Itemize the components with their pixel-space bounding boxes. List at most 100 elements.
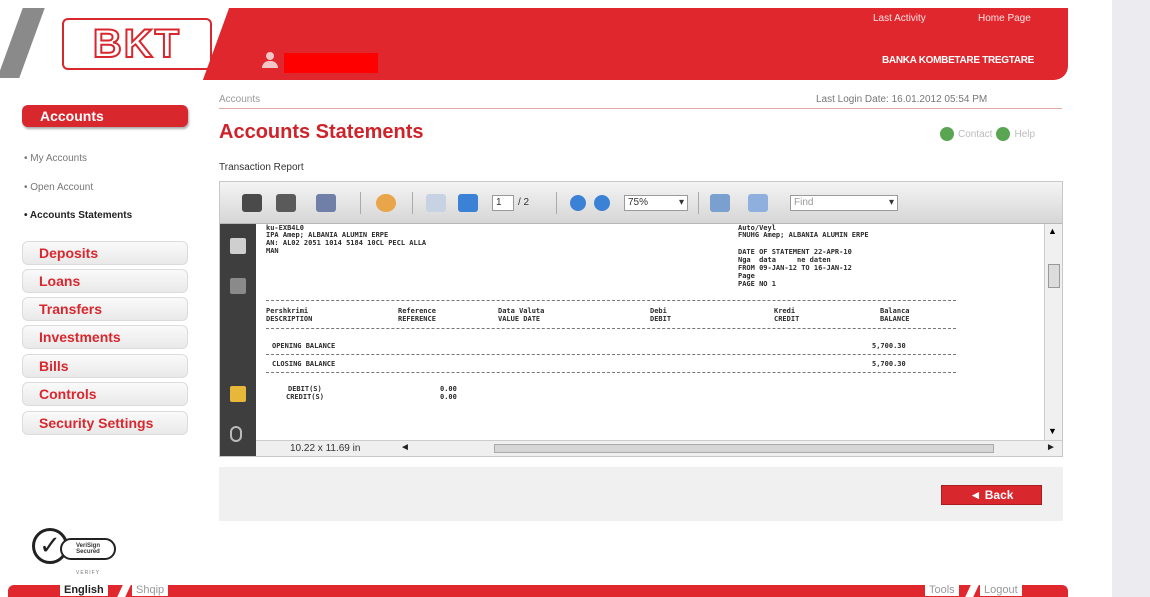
pdf-sidebar xyxy=(220,224,256,456)
doc-statement-date: DATE OF STATEMENT 22-APR-10 xyxy=(738,248,852,256)
verisign-sub: VERIFY xyxy=(76,570,101,576)
nav-bills[interactable]: Bills xyxy=(22,354,188,378)
subnav-open-account[interactable]: • Open Account xyxy=(24,182,93,193)
horizontal-scrollbar[interactable]: 10.22 x 11.69 in ◄ ► xyxy=(256,440,1062,456)
horizontal-scroll-thumb[interactable] xyxy=(494,444,994,453)
doc-col-reference: Reference REFERENCE xyxy=(398,307,436,323)
doc-col-debit: Debi DEBIT xyxy=(650,307,672,323)
user-icon xyxy=(262,52,278,70)
zoom-select[interactable]: 75% ▾ xyxy=(624,195,688,211)
bkt-logo[interactable]: BKT xyxy=(0,8,225,78)
scroll-left-icon[interactable]: ◄ xyxy=(400,442,410,453)
help-icon[interactable] xyxy=(996,127,1011,141)
toolbar-separator xyxy=(412,192,413,214)
subnav-label: Open Account xyxy=(30,182,94,193)
prev-page-icon[interactable] xyxy=(426,194,446,212)
nav-accounts[interactable]: Accounts xyxy=(22,105,188,127)
contact-icon[interactable] xyxy=(940,127,954,141)
page-title: Accounts Statements xyxy=(219,121,424,143)
doc-col-credit: Kredi CREDIT xyxy=(774,307,800,323)
fit-width-icon[interactable] xyxy=(748,194,768,212)
doc-col-description: Pershkrimi DESCRIPTION xyxy=(266,307,313,323)
doc-left-header-3: AN: AL02 2051 1014 5184 10CL PECL ALLA xyxy=(266,239,427,247)
doc-statement-period: FROM 09-JAN-12 TO 16-JAN-12 xyxy=(738,264,852,272)
bank-name: BANKA KOMBETARE TREGTARE xyxy=(882,55,1035,66)
subnav-my-accounts[interactable]: • My Accounts xyxy=(24,153,87,164)
help-link[interactable]: Help xyxy=(1014,129,1035,140)
last-login-value: 16.01.2012 05:54 PM xyxy=(891,94,988,105)
vertical-scrollbar[interactable]: ▲ ▼ xyxy=(1044,224,1062,440)
zoom-value: 75% xyxy=(628,197,649,208)
logout-link[interactable]: Logout xyxy=(980,584,1022,596)
statement-document: ku-EXB4L0 IPA Amep; ALBANIA ALUMIN ERPE … xyxy=(260,224,1042,440)
scroll-right-icon[interactable]: ► xyxy=(1046,442,1056,453)
nav-loans[interactable]: Loans xyxy=(22,269,188,293)
logo-slash xyxy=(0,8,45,78)
home-page-link[interactable]: Home Page xyxy=(978,13,1031,24)
back-button[interactable]: ◄ Back xyxy=(941,485,1042,505)
comments-icon[interactable] xyxy=(230,386,246,402)
nav-transfers[interactable]: Transfers xyxy=(22,297,188,321)
zoom-out-icon[interactable] xyxy=(570,195,586,211)
doc-opening-label: OPENING BALANCE xyxy=(272,342,336,350)
share-icon[interactable] xyxy=(316,194,336,212)
doc-closing-label: CLOSING BALANCE xyxy=(272,360,336,368)
scroll-down-icon[interactable]: ▼ xyxy=(1048,426,1057,436)
nav-security-settings[interactable]: Security Settings xyxy=(22,411,188,435)
chevron-down-icon: ▾ xyxy=(888,197,894,208)
toolbar-separator xyxy=(556,192,557,214)
bookmarks-icon[interactable] xyxy=(230,278,246,294)
logo-text: BKT xyxy=(62,18,212,70)
report-subtitle: Transaction Report xyxy=(219,162,304,173)
last-activity-link[interactable]: Last Activity xyxy=(873,13,926,24)
vertical-scroll-thumb[interactable] xyxy=(1048,264,1060,288)
nav-investments[interactable]: Investments xyxy=(22,325,188,349)
find-input[interactable]: Find ▾ xyxy=(790,195,898,211)
doc-statement-from-label: Nga data ne daten xyxy=(738,256,831,264)
header-rule xyxy=(219,108,1062,109)
doc-debits-label: DEBIT(S) xyxy=(288,385,322,393)
language-shqip[interactable]: Shqip xyxy=(132,584,169,596)
pages-icon[interactable] xyxy=(230,238,246,254)
page-total: / 2 xyxy=(518,197,530,208)
doc-page-number: PAGE NO 1 xyxy=(738,280,776,288)
action-panel: ◄ Back xyxy=(219,467,1063,521)
breadcrumb[interactable]: Accounts xyxy=(219,94,260,105)
page-number-input[interactable]: 1 xyxy=(492,195,514,211)
next-page-icon[interactable] xyxy=(458,194,478,212)
save-icon[interactable] xyxy=(276,194,296,212)
attachment-icon[interactable] xyxy=(230,426,242,442)
contact-help: Contact Help xyxy=(940,127,1035,141)
zoom-in-icon[interactable] xyxy=(594,195,610,211)
language-english[interactable]: English xyxy=(60,584,108,596)
pdf-viewer: 1 / 2 75% ▾ Find ▾ ku-EXB4L0 IPA Amep; ALB… xyxy=(219,181,1063,457)
doc-divider xyxy=(266,372,956,373)
subnav-accounts-statements[interactable]: • Accounts Statements xyxy=(24,210,132,221)
verisign-badge: VeriSign Secured xyxy=(60,538,116,560)
last-login-label: Last Login Date: xyxy=(816,94,889,105)
right-gutter xyxy=(1112,0,1150,597)
verisign-seal[interactable]: ✓ VeriSign Secured VERIFY xyxy=(32,528,118,576)
toolbar-separator xyxy=(360,192,361,214)
doc-opening-value: 5,700.30 xyxy=(872,342,906,350)
scroll-up-icon[interactable]: ▲ xyxy=(1048,226,1057,236)
doc-closing-value: 5,700.30 xyxy=(872,360,906,368)
doc-left-header-2: IPA Amep; ALBANIA ALUMIN ERPE xyxy=(266,231,389,239)
comment-icon[interactable] xyxy=(376,194,396,212)
doc-divider xyxy=(266,354,956,355)
doc-debits-value: 0.00 xyxy=(440,385,457,393)
contact-link[interactable]: Contact xyxy=(958,129,992,140)
nav-controls[interactable]: Controls xyxy=(22,382,188,406)
subnav-label: My Accounts xyxy=(30,153,87,164)
tools-link[interactable]: Tools xyxy=(925,584,959,596)
fit-page-icon[interactable] xyxy=(710,194,730,212)
doc-credits-label: CREDIT(S) xyxy=(286,393,324,401)
nav-deposits[interactable]: Deposits xyxy=(22,241,188,265)
doc-divider xyxy=(266,300,956,301)
print-icon[interactable] xyxy=(242,194,262,212)
toolbar-separator xyxy=(698,192,699,214)
doc-right-header-2: FNUHG Amep; ALBANIA ALUMIN ERPE xyxy=(738,231,869,239)
verisign-line-2: Secured xyxy=(76,549,100,555)
doc-page-label: Page xyxy=(738,272,755,280)
subnav-label: Accounts Statements xyxy=(29,210,133,221)
